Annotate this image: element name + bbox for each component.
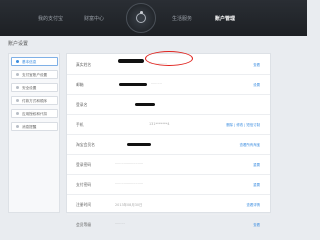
page-title: 账户设置 (8, 41, 29, 47)
redaction-mark (135, 103, 155, 106)
row-label: 淘宝会员名 (76, 142, 95, 147)
sidebar-item-security[interactable]: 安全设置 (11, 83, 58, 92)
bullet-icon (16, 73, 19, 76)
row-login-password: 登录密码 ·························· 重置 (67, 154, 270, 175)
sidebar-item-label: 付款方式和顺序 (22, 98, 48, 103)
nav-wealth-center[interactable]: 财富中心 (84, 15, 104, 22)
sidebar-item-label: 应用授权和代扣 (22, 111, 48, 116)
bullet-icon (16, 60, 19, 63)
sidebar: 基本信息 支付宝账户设置 安全设置 付款方式和顺序 应用授权和代扣 消息提醒 (8, 53, 60, 213)
phone-actions-link[interactable]: 删除 | 修改 | 短信订制 (226, 122, 260, 127)
row-label: 登录密码 (76, 162, 92, 167)
reset-login-password-link[interactable]: 重置 (253, 162, 260, 167)
alipay-logo-icon[interactable] (126, 3, 156, 33)
row-label: 邮箱 (76, 82, 84, 87)
sidebar-item-notifications[interactable]: 消息提醒 (11, 122, 58, 131)
red-circle-annotation (145, 51, 193, 66)
nav-life-services[interactable]: 生活服务 (172, 15, 192, 22)
row-login-name: 登录名 (67, 94, 270, 115)
sidebar-item-label: 消息提醒 (22, 124, 37, 129)
set-link[interactable]: 设置 (253, 82, 260, 87)
row-phone: 手机 131*******4 删除 | 修改 | 短信订制 (67, 114, 270, 135)
redaction-mark (119, 83, 147, 86)
sidebar-item-label: 基本信息 (22, 59, 37, 64)
row-email: 邮箱 ·········· 设置 (67, 74, 270, 95)
sidebar-item-basic-info[interactable]: 基本信息 (11, 57, 58, 66)
row-label: 会员等级 (76, 222, 92, 227)
nav-my-alipay[interactable]: 我的支付宝 (38, 15, 63, 22)
logo-ring-icon (136, 13, 146, 23)
reset-payment-password-link[interactable]: 重置 (253, 182, 260, 187)
account-info-panel: 真实姓名 ················· 查看 邮箱 ·········· … (66, 53, 271, 227)
nav-account-management[interactable]: 账户管理 (215, 15, 235, 22)
row-value: ·························· (115, 182, 144, 186)
member-view-link[interactable]: 查看 (253, 222, 260, 227)
row-value: ·························· (115, 162, 144, 166)
sidebar-item-label: 安全设置 (22, 85, 37, 90)
row-taobao-name: 淘宝会员名 查看所有淘宝 (67, 134, 270, 155)
bullet-icon (16, 99, 19, 102)
row-value: 2013年08月30日 (115, 203, 143, 207)
row-label: 手机 (76, 122, 84, 127)
row-payment-password: 支付密码 ·························· 重置 (67, 174, 270, 195)
row-member-level: 会员等级 ········· 查看 (67, 214, 270, 234)
sidebar-item-payment-methods[interactable]: 付款方式和顺序 (11, 96, 58, 105)
bullet-icon (16, 86, 19, 89)
row-label: 支付密码 (76, 182, 92, 187)
sidebar-item-account-settings[interactable]: 支付宝账户设置 (11, 70, 58, 79)
details-link[interactable]: 查看详情 (246, 202, 260, 207)
view-link[interactable]: 查看 (253, 62, 260, 67)
real-name-redaction-mark (118, 59, 144, 63)
redaction-mark (127, 143, 151, 146)
row-value: ·········· (151, 82, 162, 86)
sidebar-item-app-authorization[interactable]: 应用授权和代扣 (11, 109, 58, 118)
row-label: 注册时间 (76, 202, 92, 207)
logo-dot-icon (140, 11, 143, 14)
row-label: 登录名 (76, 102, 88, 107)
top-navigation-bar: 我的支付宝 财富中心 生活服务 账户管理 (0, 0, 307, 36)
row-value: 131*******4 (149, 122, 170, 126)
bullet-icon (16, 112, 19, 115)
sidebar-item-label: 支付宝账户设置 (22, 72, 48, 77)
bullet-icon (16, 125, 19, 128)
view-all-taobao-link[interactable]: 查看所有淘宝 (240, 142, 260, 147)
row-value: ········· (115, 222, 125, 226)
row-registration-time: 注册时间 2013年08月30日 查看详情 (67, 194, 270, 215)
row-label: 真实姓名 (76, 62, 92, 67)
